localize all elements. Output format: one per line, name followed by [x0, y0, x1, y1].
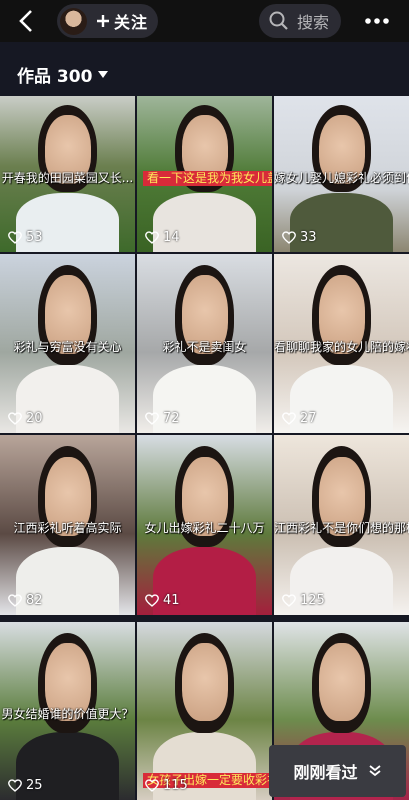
- video-thumbnail[interactable]: 江西彩礼不是你们想的那样 125: [274, 435, 409, 615]
- follow-button[interactable]: 关注: [57, 4, 158, 38]
- video-caption: 江西彩礼不是你们想的那样: [274, 521, 409, 535]
- like-count-value: 25: [26, 778, 43, 793]
- like-count-value: 72: [163, 411, 180, 426]
- heart-icon: [145, 231, 159, 244]
- like-count-value: 41: [163, 593, 180, 608]
- video-thumbnail[interactable]: 彩礼不是卖闺女 72: [137, 254, 272, 433]
- like-count: 20: [8, 411, 43, 426]
- works-tab[interactable]: 作品 300: [17, 62, 109, 87]
- heart-icon: [8, 412, 22, 425]
- video-thumbnail[interactable]: 看聊聊我家的女儿陪的嫁妆 27: [274, 254, 409, 433]
- like-count: 125: [282, 593, 325, 608]
- like-count: 14: [145, 230, 180, 245]
- heart-icon: [8, 594, 22, 607]
- video-grid: 开春我的田园菜园又长... 53 看一下这是我为我女儿盖 14 嫁女儿娶儿媳彩礼必须到位…: [0, 96, 409, 800]
- like-count: 27: [282, 411, 317, 426]
- like-count-value: 115: [163, 778, 188, 793]
- heart-icon: [8, 779, 22, 792]
- like-count: 53: [8, 230, 43, 245]
- double-chevron-down-icon: [368, 765, 381, 777]
- like-count: 72: [145, 411, 180, 426]
- video-caption: 开春我的田园菜园又长...: [1, 171, 134, 185]
- video-caption: 男女结婚谁的价值更大？: [1, 707, 134, 721]
- video-caption: 嫁女儿娶儿媳彩礼必须到位: [274, 171, 409, 185]
- like-count-value: 27: [300, 411, 317, 426]
- video-thumbnail[interactable]: 看一下这是我为我女儿盖 14: [137, 96, 272, 252]
- avatar[interactable]: [60, 7, 87, 35]
- video-thumbnail[interactable]: 嫁女儿娶儿媳彩礼必须到位 33: [274, 96, 409, 252]
- chevron-left-icon[interactable]: [14, 8, 40, 34]
- recently-viewed-button[interactable]: 刚刚看过: [269, 745, 406, 797]
- search-box[interactable]: 搜索: [259, 4, 341, 38]
- heart-icon: [282, 594, 296, 607]
- video-caption: 彩礼不是卖闺女: [162, 340, 247, 354]
- heart-icon: [282, 231, 296, 244]
- like-count-value: 125: [300, 593, 325, 608]
- heart-icon: [8, 231, 22, 244]
- heart-icon: [145, 412, 159, 425]
- like-count-value: 33: [300, 230, 317, 245]
- video-thumbnail[interactable]: 彩礼与穷富没有关心 20: [0, 254, 135, 433]
- video-caption: 看聊聊我家的女儿陪的嫁妆: [274, 340, 409, 354]
- caret-down-icon: [98, 71, 109, 78]
- like-count: 25: [8, 778, 43, 793]
- heart-icon: [282, 412, 296, 425]
- search-icon: [269, 11, 288, 30]
- video-thumbnail[interactable]: 女儿出嫁彩礼二十八万 41: [137, 435, 272, 615]
- person-face: [182, 643, 228, 721]
- like-count: 82: [8, 593, 43, 608]
- like-count: 33: [282, 230, 317, 245]
- like-count: 41: [145, 593, 180, 608]
- heart-icon: [145, 594, 159, 607]
- follow-label: 关注: [114, 13, 149, 32]
- video-thumbnail[interactable]: 男女结婚谁的价值更大？ 25: [0, 622, 135, 800]
- video-thumbnail[interactable]: 开春我的田园菜园又长... 53: [0, 96, 135, 252]
- like-count: 115: [145, 778, 188, 793]
- top-bar: 关注 搜索: [0, 0, 409, 42]
- person-face: [319, 643, 365, 721]
- video-thumbnail[interactable]: 女孩子出嫁一定要收彩礼 115: [137, 622, 272, 800]
- video-thumbnail[interactable]: 江西彩礼听着高实际 82: [0, 435, 135, 615]
- like-count-value: 20: [26, 411, 43, 426]
- video-caption: 女儿出嫁彩礼二十八万: [144, 521, 265, 535]
- heart-icon: [145, 779, 159, 792]
- more-dots-icon[interactable]: [364, 17, 390, 25]
- search-placeholder: 搜索: [297, 13, 330, 32]
- like-count-value: 14: [163, 230, 180, 245]
- like-count-value: 82: [26, 593, 43, 608]
- video-caption: 江西彩礼听着高实际: [13, 521, 122, 535]
- plus-icon: [97, 15, 109, 27]
- recently-viewed-label: 刚刚看过: [293, 763, 358, 782]
- works-count-title: 作品 300: [17, 67, 93, 87]
- video-caption: 看一下这是我为我女儿盖: [143, 171, 272, 186]
- like-count-value: 53: [26, 230, 43, 245]
- video-caption: 彩礼与穷富没有关心: [13, 340, 122, 354]
